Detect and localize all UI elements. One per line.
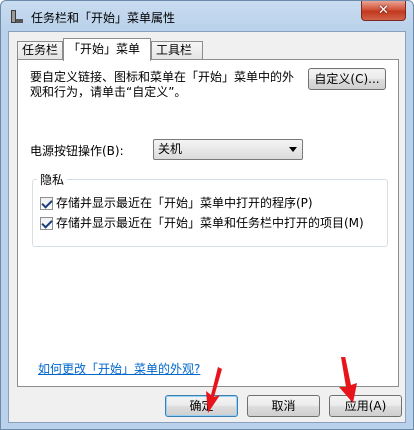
dialog-window: 任务栏和「开始」菜单属性 ✕ 任务栏 「开始」菜单 工具栏 要自定义链接、图标和… (0, 0, 414, 430)
tab-toolbars[interactable]: 工具栏 (151, 41, 203, 60)
close-icon: ✕ (378, 3, 389, 18)
annotation-arrow-ok-shape (206, 367, 222, 413)
close-button[interactable]: ✕ (361, 1, 406, 21)
annotation-arrow-apply-shape (339, 357, 357, 403)
window-title: 任务栏和「开始」菜单属性 (31, 11, 176, 25)
cancel-button[interactable]: 取消 (247, 395, 320, 417)
customize-button[interactable]: 自定义(C)... (308, 68, 386, 90)
privacy-group-title: 隐私 (37, 171, 68, 188)
recent-programs-label: 存储并显示最近在「开始」菜单中打开的程序(P) (56, 196, 313, 210)
taskbar-properties-icon (11, 10, 23, 23)
power-button-select[interactable]: 关机 (153, 139, 303, 160)
tab-start-menu[interactable]: 「开始」菜单 (63, 38, 151, 61)
recent-programs-option[interactable]: 存储并显示最近在「开始」菜单中打开的程序(P) (40, 194, 313, 211)
privacy-group: 隐私 存储并显示最近在「开始」菜单中打开的程序(P) 存储并显示最近在「开始」菜… (32, 171, 388, 247)
tab-taskbar[interactable]: 任务栏 (17, 41, 63, 60)
recent-programs-checkbox[interactable] (40, 197, 53, 210)
title-bar[interactable]: 任务栏和「开始」菜单属性 ✕ (1, 1, 413, 31)
recent-items-label: 存储并显示最近在「开始」菜单和任务栏中打开的项目(M) (56, 216, 364, 230)
recent-items-checkbox[interactable] (40, 217, 53, 230)
annotation-arrow-apply (339, 357, 357, 403)
start-menu-help-link[interactable]: 如何更改「开始」菜单的外观? (38, 360, 200, 377)
customize-description: 要自定义链接、图标和菜单在「开始」菜单中的外观和行为，请单击“自定义”。 (30, 70, 295, 99)
chevron-down-icon (289, 147, 297, 152)
recent-items-option[interactable]: 存储并显示最近在「开始」菜单和任务栏中打开的项目(M) (40, 214, 364, 231)
power-button-label: 电源按钮操作(B): (30, 144, 124, 158)
power-button-value: 关机 (158, 142, 183, 156)
annotation-arrow-ok (206, 367, 222, 413)
start-menu-panel: 要自定义链接、图标和菜单在「开始」菜单中的外观和行为，请单击“自定义”。 自定义… (17, 59, 399, 387)
